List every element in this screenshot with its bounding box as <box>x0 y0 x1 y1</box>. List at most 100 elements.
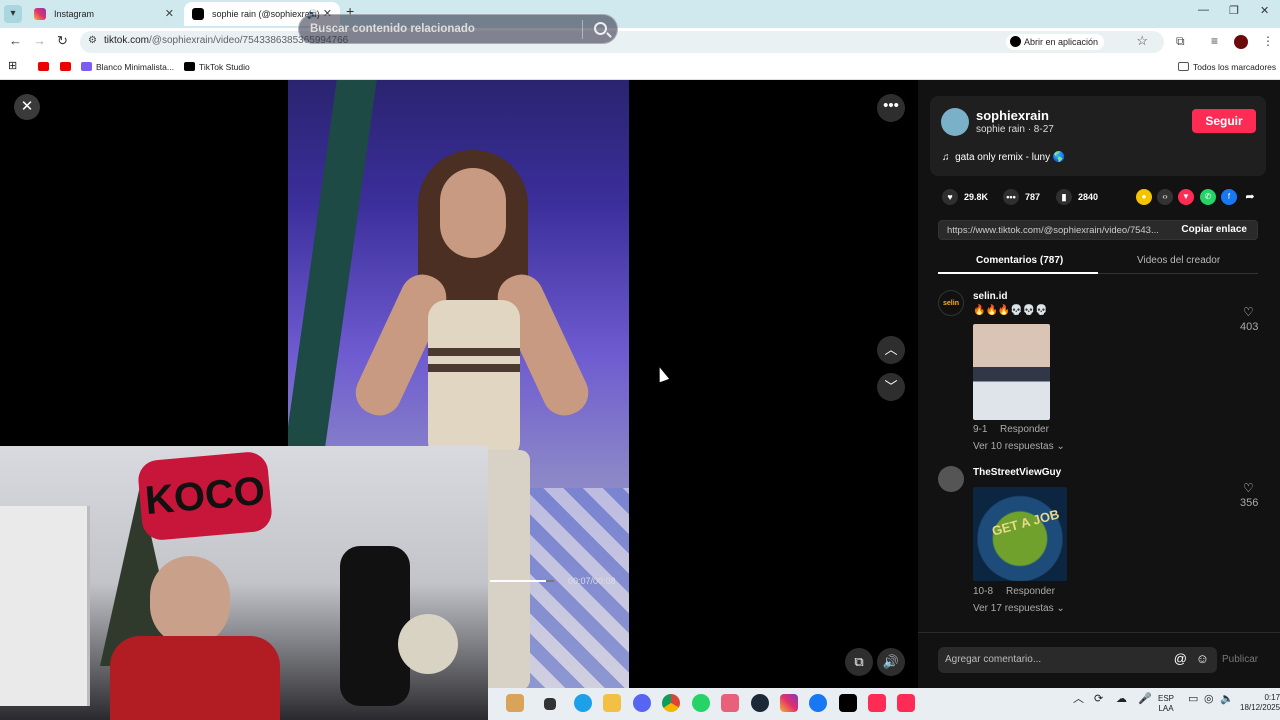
emoji-icon[interactable]: ☺ <box>1196 651 1209 666</box>
related-search-input[interactable]: Buscar contenido relacionado <box>310 23 475 35</box>
coin-icon[interactable]: ● <box>1136 189 1152 205</box>
back-button[interactable]: ← <box>9 33 22 48</box>
view-replies-button[interactable]: Ver 17 respuestas ⌄ <box>973 603 1065 614</box>
share-link-text[interactable]: https://www.tiktok.com/@sophiexrain/vide… <box>947 225 1171 236</box>
bookmark-blanco[interactable]: Blanco Minimalista... <box>81 61 174 73</box>
all-bookmarks[interactable]: Todos los marcadores <box>1178 61 1276 73</box>
comment-image[interactable]: GET A JOB <box>973 487 1067 581</box>
comment-like-count: 403 <box>1240 321 1259 333</box>
snipping-tool-icon[interactable] <box>721 694 739 712</box>
bookmark-star-icon[interactable]: ☆ <box>1136 33 1148 49</box>
extensions-icon[interactable]: ⧉ <box>1176 34 1185 49</box>
weather-icon[interactable] <box>506 694 524 712</box>
reload-button[interactable]: ↻ <box>57 33 68 49</box>
tiktok-icon[interactable] <box>839 694 857 712</box>
volume-tray-icon[interactable]: 🔈 <box>1220 694 1234 705</box>
facebook-icon[interactable]: f <box>1221 189 1237 205</box>
bookmark-tiktok-studio[interactable]: TikTok Studio <box>184 61 250 73</box>
publish-button[interactable]: Publicar <box>1222 654 1258 665</box>
forward-button[interactable]: → <box>33 33 46 48</box>
restore-button[interactable]: ❐ <box>1229 4 1239 17</box>
creator-username[interactable]: sophiexrain <box>976 108 1049 123</box>
tiktok-studio-icon[interactable] <box>868 694 886 712</box>
close-tab-icon[interactable]: ✕ <box>165 2 174 26</box>
webcam-gaming-chair <box>340 546 410 706</box>
tray-app-icon[interactable]: ⟳ <box>1094 694 1103 705</box>
minimize-button[interactable]: — <box>1198 4 1209 16</box>
tray-chevron-icon[interactable]: ︿ <box>1073 694 1084 705</box>
edge-icon[interactable] <box>574 694 592 712</box>
tiktok-live-icon[interactable] <box>897 694 915 712</box>
mention-icon[interactable]: @ <box>1174 651 1187 666</box>
related-search-bar[interactable]: Buscar contenido relacionado <box>298 14 618 44</box>
profile-avatar[interactable] <box>1234 35 1248 49</box>
comment-username[interactable]: selin.id <box>973 291 1007 302</box>
comment-image[interactable] <box>973 324 1050 420</box>
copy-link-button[interactable]: Copiar enlace <box>1181 224 1247 235</box>
language-indicator[interactable]: ESP LAA <box>1158 694 1174 714</box>
comment-button[interactable]: ••• 787 <box>1003 189 1040 205</box>
comment-username[interactable]: TheStreetViewGuy <box>973 467 1061 478</box>
apps-icon[interactable]: ⊞ <box>8 60 17 72</box>
site-info-icon[interactable]: ⚙ <box>88 35 97 46</box>
floating-player-button[interactable]: ⧉ <box>845 648 873 676</box>
menu-icon[interactable]: ⋮ <box>1262 34 1274 48</box>
chevron-down-icon: ⌄ <box>1056 441 1065 452</box>
comment-input[interactable]: Agregar comentario... @ ☺ <box>938 647 1217 673</box>
facebook-icon[interactable] <box>809 694 827 712</box>
youtube-icon <box>38 62 49 71</box>
clock[interactable]: 0:17 18/12/2025 <box>1240 693 1280 713</box>
tiktok-icon <box>192 8 204 20</box>
volume-button[interactable]: 🔊 <box>877 648 905 676</box>
chevron-down-icon: ⌄ <box>1056 603 1065 614</box>
tab-creator-videos[interactable]: Videos del creador <box>1137 255 1220 266</box>
wifi-icon[interactable]: ◎ <box>1204 694 1214 705</box>
tab-bar: ▾ Instagram ✕ sophie rain (@sophiexrain)… <box>0 0 1280 28</box>
tab-search-menu[interactable]: ▾ <box>4 5 22 23</box>
embed-icon[interactable]: ‹› <box>1157 189 1173 205</box>
music-link[interactable]: ♫ gata only remix - luny 🌎 <box>942 152 1065 163</box>
send-icon[interactable]: ▼ <box>1178 189 1194 205</box>
follow-button[interactable]: Seguir <box>1192 109 1256 133</box>
search-icon[interactable] <box>594 22 607 35</box>
tab-instagram[interactable]: Instagram ✕ <box>26 2 182 26</box>
reply-button[interactable]: Responder <box>1000 424 1049 435</box>
video-progress-bar[interactable] <box>490 580 554 582</box>
media-controls-icon[interactable]: ≡ <box>1211 34 1218 48</box>
comment-avatar[interactable] <box>938 466 964 492</box>
close-video-button[interactable]: ✕ <box>14 94 40 120</box>
steam-icon[interactable] <box>751 694 769 712</box>
comment-date: 9-1 <box>973 424 988 435</box>
open-in-app-button[interactable]: Abrir en aplicación <box>1005 34 1104 50</box>
comment-avatar[interactable]: selin <box>938 290 964 316</box>
whatsapp-icon[interactable]: ✆ <box>1200 189 1216 205</box>
save-button[interactable]: ▮ 2840 <box>1056 189 1098 205</box>
reply-button[interactable]: Responder <box>1006 586 1055 597</box>
view-replies-button[interactable]: Ver 10 respuestas ⌄ <box>973 441 1065 452</box>
comment-placeholder: Agregar comentario... <box>945 654 1042 665</box>
close-window-button[interactable]: ✕ <box>1260 4 1269 17</box>
whatsapp-icon[interactable] <box>692 694 710 712</box>
chrome-icon[interactable] <box>662 694 680 712</box>
like-button[interactable]: ♥ 29.8K <box>942 189 988 205</box>
tab-comments[interactable]: Comentarios (787) <box>976 255 1063 266</box>
microphone-icon[interactable]: 🎤 <box>1138 694 1152 705</box>
creator-subtitle: sophie rain · 8-27 <box>976 124 1054 135</box>
webcam-streamer <box>110 556 310 720</box>
more-options-button[interactable]: ••• <box>877 94 905 122</box>
previous-video-button[interactable]: ︿ <box>877 336 905 364</box>
music-note-icon: ♫ <box>942 152 950 163</box>
creator-avatar[interactable] <box>941 108 969 136</box>
file-explorer-icon[interactable] <box>603 694 621 712</box>
tray-network-icon[interactable]: ☁ <box>1116 694 1127 705</box>
instagram-icon[interactable] <box>780 694 798 712</box>
comment-like-icon[interactable]: ♡ <box>1243 481 1254 495</box>
webcam-graffiti: KOCO <box>136 450 274 542</box>
discord-icon[interactable] <box>633 694 651 712</box>
comment-like-icon[interactable]: ♡ <box>1243 305 1254 319</box>
next-video-button[interactable]: ﹀ <box>877 373 905 401</box>
share-arrow-icon[interactable]: ➦ <box>1242 189 1258 205</box>
url-field[interactable]: ⚙ tiktok.com/@sophiexrain/video/75433863… <box>80 31 1164 53</box>
display-icon[interactable]: ▭ <box>1188 694 1198 705</box>
task-view-icon[interactable] <box>544 698 556 710</box>
